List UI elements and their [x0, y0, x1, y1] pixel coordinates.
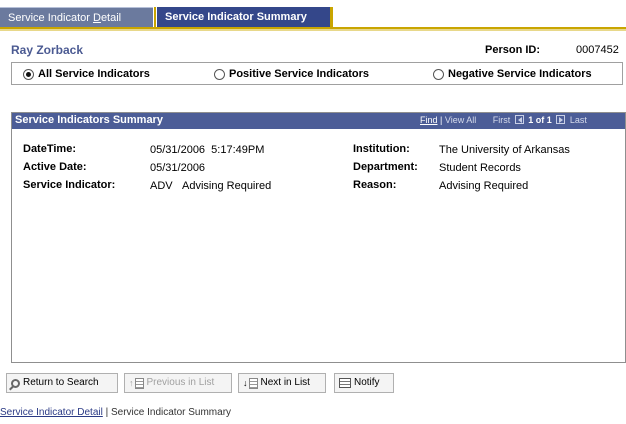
notify-label: Notify [354, 377, 380, 388]
department-value: Student Records [439, 162, 521, 174]
panel-navigation: Find | View All First 1 of 1 Last [420, 115, 587, 125]
tab-detail-accesskey: D [92, 12, 101, 24]
next-row-icon[interactable] [556, 115, 566, 124]
active-date-label: Active Date: [23, 161, 87, 173]
service-indicator-label: Service Indicator: [23, 179, 116, 191]
radio-selected-icon[interactable] [23, 68, 34, 80]
list-icon [248, 377, 258, 389]
return-to-search-button[interactable]: Return to Search [6, 373, 118, 393]
find-link[interactable]: Find [420, 115, 438, 125]
radio-positive-label: Positive Service Indicators [229, 68, 370, 80]
reason-value: Advising Required [439, 180, 529, 192]
bottom-links-separator: | [102, 407, 111, 418]
indicator-filter-group: All Service Indicators Positive Service … [11, 62, 623, 85]
previous-in-list-label: Previous in List [146, 377, 215, 388]
previous-in-list-button[interactable]: ↑ Previous in List [124, 373, 232, 393]
person-id-label: Person ID: [485, 44, 541, 56]
nav-separator: | [437, 115, 445, 125]
panel-header: Service Indicators Summary Find | View A… [12, 113, 625, 129]
bottom-page-links: Service Indicator Detail | Service Indic… [0, 407, 231, 418]
datetime-value: 05/31/2006 5:17:49PM [150, 144, 265, 156]
service-indicator-description: Advising Required [182, 180, 272, 192]
list-icon [134, 377, 144, 389]
up-arrow-icon: ↑ [129, 378, 134, 388]
tab-underline-light [0, 29, 626, 31]
person-id-value: 0007452 [576, 44, 619, 56]
row-count: 1 of 1 [528, 115, 552, 125]
radio-unselected-icon[interactable] [433, 68, 444, 80]
next-in-list-button[interactable]: ↓ Next in List [238, 373, 326, 393]
view-all-link[interactable]: View All [445, 115, 476, 125]
page-tabs: Service Indicator Detail Service Indicat… [0, 7, 626, 27]
datetime-label: DateTime: [23, 143, 76, 155]
previous-row-icon[interactable] [514, 115, 524, 124]
magnifier-icon [11, 378, 20, 388]
institution-label: Institution: [353, 143, 410, 155]
radio-all-label: All Service Indicators [38, 68, 150, 80]
last-link[interactable]: Last [570, 115, 587, 125]
institution-value: The University of Arkansas [439, 144, 570, 156]
radio-all-service-indicators[interactable]: All Service Indicators [23, 68, 150, 80]
down-arrow-icon: ↓ [243, 378, 248, 388]
tab-detail-prefix: Service Indicator [8, 12, 93, 24]
link-service-indicator-summary[interactable]: Service Indicator Summary [111, 407, 231, 418]
notify-button[interactable]: Notify [334, 373, 394, 393]
tab-service-indicator-detail[interactable]: Service Indicator Detail [0, 7, 154, 27]
notify-icon [339, 378, 351, 388]
radio-positive-service-indicators[interactable]: Positive Service Indicators [214, 68, 369, 80]
service-indicator-code: ADV [150, 180, 173, 192]
tab-service-indicator-summary[interactable]: Service Indicator Summary [157, 7, 332, 27]
link-service-indicator-detail[interactable]: Service Indicator Detail [0, 407, 103, 418]
tab-detail-suffix: etail [100, 12, 122, 24]
active-date-value: 05/31/2006 [150, 162, 206, 174]
radio-negative-service-indicators[interactable]: Negative Service Indicators [433, 68, 592, 80]
radio-negative-label: Negative Service Indicators [448, 68, 592, 80]
next-in-list-label: Next in List [260, 377, 310, 388]
panel-title: Service Indicators Summary [15, 114, 163, 126]
tab-active-edge [330, 7, 333, 27]
reason-label: Reason: [353, 179, 397, 191]
service-indicators-summary-panel: Service Indicators Summary Find | View A… [11, 112, 626, 363]
return-to-search-label: Return to Search [23, 377, 99, 388]
person-name: Ray Zorback [11, 43, 84, 57]
radio-unselected-icon[interactable] [214, 68, 225, 80]
first-link[interactable]: First [493, 115, 511, 125]
department-label: Department: [353, 161, 418, 173]
